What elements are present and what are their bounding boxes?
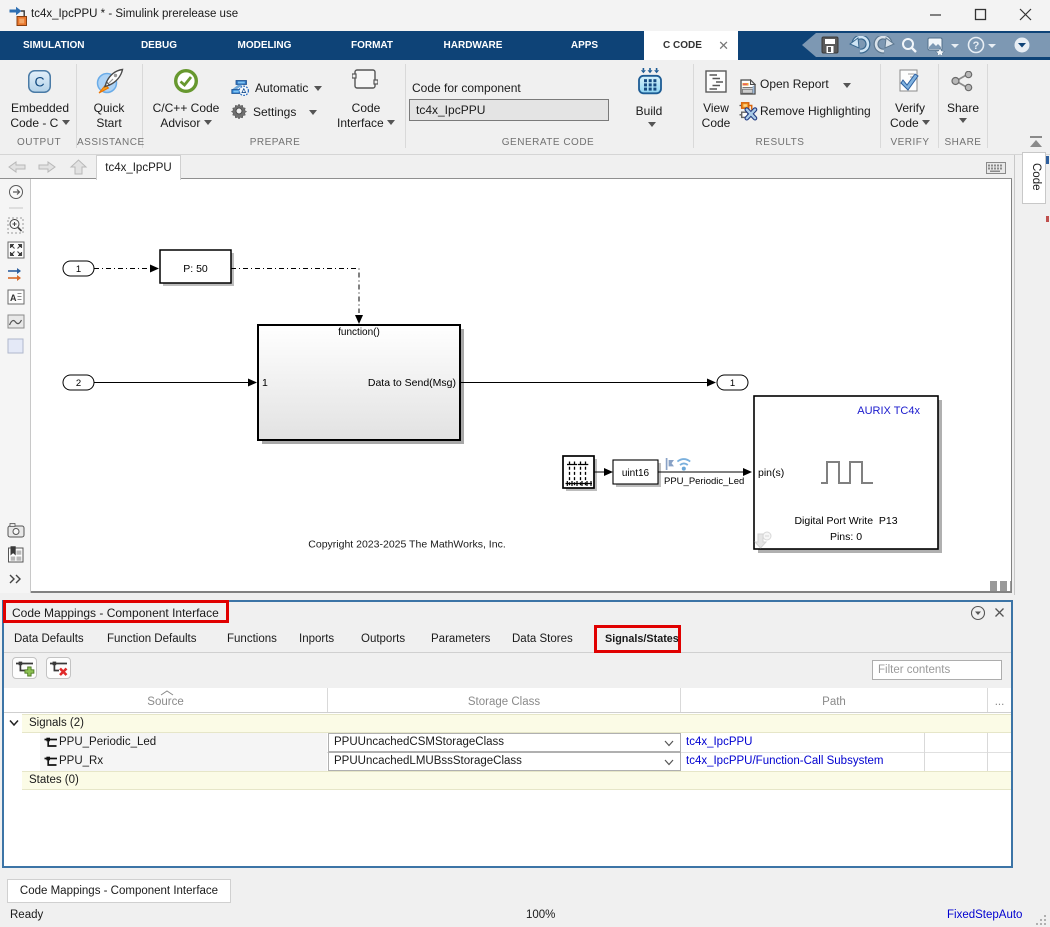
svg-text:C: C <box>34 74 44 90</box>
svg-text:1: 1 <box>76 264 81 275</box>
svg-text:?: ? <box>973 40 980 52</box>
svg-text:AURIX TC4x: AURIX TC4x <box>857 405 920 417</box>
svg-text:P: 50: P: 50 <box>183 263 208 275</box>
svg-text:pin(s): pin(s) <box>758 467 784 479</box>
svg-text:1: 1 <box>730 378 735 389</box>
svg-text:uint16: uint16 <box>622 468 650 479</box>
svg-text:Digital Port Write P13: Digital Port Write P13 <box>794 515 897 527</box>
svg-text:2: 2 <box>76 378 81 389</box>
svg-text:PPU_Periodic_Led: PPU_Periodic_Led <box>664 476 744 487</box>
svg-text:Data to Send(Msg): Data to Send(Msg) <box>368 377 456 389</box>
svg-text:A: A <box>10 293 17 303</box>
svg-text:Pins: 0: Pins: 0 <box>830 531 862 543</box>
svg-text:Copyright 2023-2025 The MathWo: Copyright 2023-2025 The MathWorks, Inc. <box>308 539 505 551</box>
svg-text:1: 1 <box>262 377 268 389</box>
svg-text:function(): function() <box>338 327 380 338</box>
